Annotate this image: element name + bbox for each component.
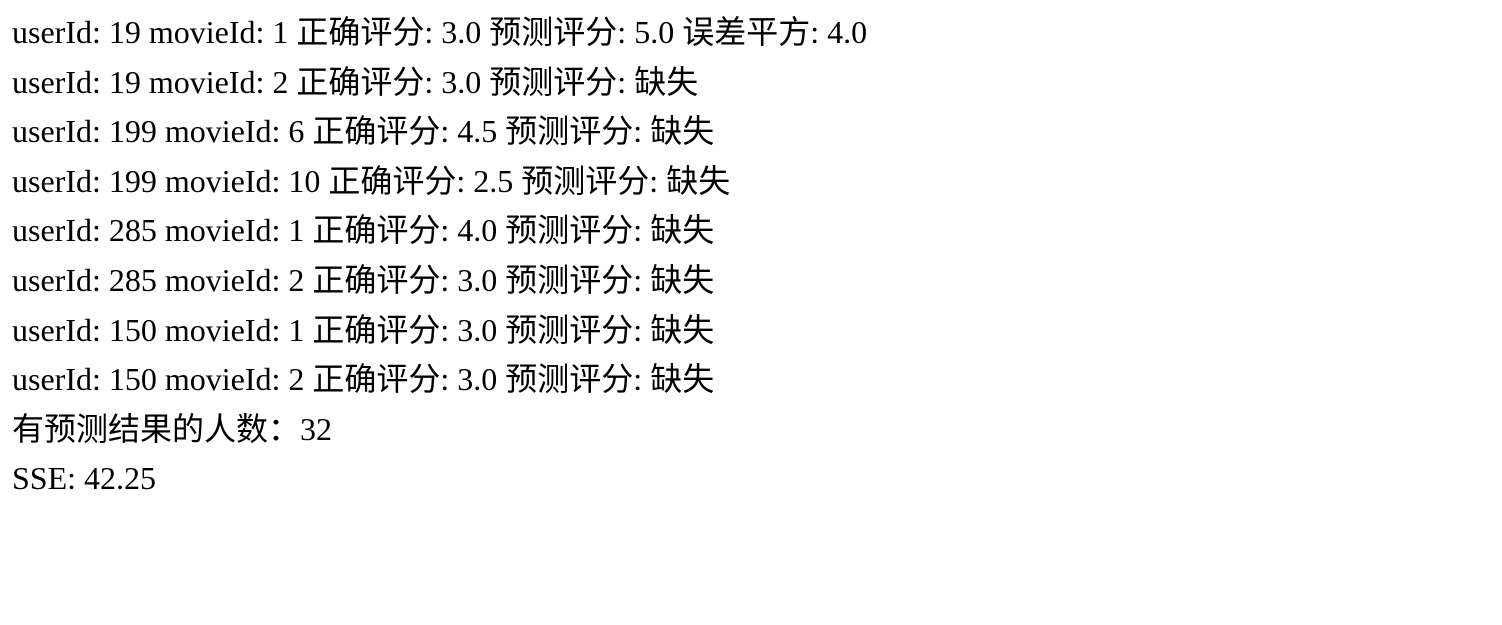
predicted-rating-label: 预测评分: xyxy=(497,312,650,348)
userid-value: 19 xyxy=(109,14,141,50)
squared-error-label: 误差平方: xyxy=(674,14,827,50)
predicted-rating-value: 缺失 xyxy=(650,113,714,149)
movieid-value: 2 xyxy=(288,361,304,397)
userid-label: userId: xyxy=(12,14,109,50)
movieid-value: 1 xyxy=(272,14,288,50)
userid-value: 285 xyxy=(109,262,157,298)
result-row: userId: 199 movieId: 10 正确评分: 2.5 预测评分: … xyxy=(12,157,1490,207)
result-row: userId: 199 movieId: 6 正确评分: 4.5 预测评分: 缺… xyxy=(12,107,1490,157)
predicted-rating-label: 预测评分: xyxy=(497,113,650,149)
movieid-value: 6 xyxy=(288,113,304,149)
movieid-label: movieId: xyxy=(157,163,289,199)
userid-value: 19 xyxy=(109,64,141,100)
userid-label: userId: xyxy=(12,64,109,100)
result-row: userId: 150 movieId: 2 正确评分: 3.0 预测评分: 缺… xyxy=(12,355,1490,405)
predicted-rating-label: 预测评分: xyxy=(497,361,650,397)
userid-label: userId: xyxy=(12,361,109,397)
movieid-value: 2 xyxy=(288,262,304,298)
movieid-label: movieId: xyxy=(157,361,289,397)
userid-value: 285 xyxy=(109,212,157,248)
correct-rating-value: 3.0 xyxy=(457,262,497,298)
squared-error-value: 4.0 xyxy=(827,14,867,50)
predicted-rating-value: 缺失 xyxy=(650,262,714,298)
correct-rating-label: 正确评分: xyxy=(304,312,457,348)
userid-value: 150 xyxy=(109,361,157,397)
movieid-label: movieId: xyxy=(157,113,289,149)
userid-label: userId: xyxy=(12,312,109,348)
predicted-rating-label: 预测评分: xyxy=(497,262,650,298)
userid-value: 199 xyxy=(109,163,157,199)
correct-rating-value: 3.0 xyxy=(441,64,481,100)
userid-label: userId: xyxy=(12,212,109,248)
movieid-label: movieId: xyxy=(157,312,289,348)
correct-rating-label: 正确评分: xyxy=(304,361,457,397)
sse-value: 42.25 xyxy=(84,460,156,496)
correct-rating-value: 3.0 xyxy=(441,14,481,50)
sse-line: SSE: 42.25 xyxy=(12,454,1490,504)
predicted-count-value: 32 xyxy=(300,411,332,447)
correct-rating-label: 正确评分: xyxy=(288,14,441,50)
predicted-rating-label: 预测评分: xyxy=(481,14,634,50)
correct-rating-label: 正确评分: xyxy=(304,262,457,298)
userid-label: userId: xyxy=(12,262,109,298)
userid-value: 150 xyxy=(109,312,157,348)
movieid-label: movieId: xyxy=(141,14,273,50)
result-row: userId: 285 movieId: 2 正确评分: 3.0 预测评分: 缺… xyxy=(12,256,1490,306)
movieid-value: 1 xyxy=(288,312,304,348)
predicted-rating-value: 缺失 xyxy=(666,163,730,199)
predicted-rating-label: 预测评分: xyxy=(513,163,666,199)
predicted-rating-label: 预测评分: xyxy=(481,64,634,100)
predicted-count-label: 有预测结果的人数： xyxy=(12,411,300,447)
movieid-value: 2 xyxy=(272,64,288,100)
correct-rating-value: 3.0 xyxy=(457,361,497,397)
correct-rating-label: 正确评分: xyxy=(304,212,457,248)
predicted-count-line: 有预测结果的人数：32 xyxy=(12,405,1490,455)
predicted-rating-value: 缺失 xyxy=(650,312,714,348)
movieid-label: movieId: xyxy=(157,262,289,298)
movieid-value: 10 xyxy=(288,163,320,199)
predicted-rating-value: 缺失 xyxy=(650,212,714,248)
predicted-rating-value: 5.0 xyxy=(634,14,674,50)
movieid-value: 1 xyxy=(288,212,304,248)
result-row: userId: 19 movieId: 1 正确评分: 3.0 预测评分: 5.… xyxy=(12,8,1490,58)
correct-rating-value: 2.5 xyxy=(473,163,513,199)
result-row: userId: 285 movieId: 1 正确评分: 4.0 预测评分: 缺… xyxy=(12,206,1490,256)
userid-label: userId: xyxy=(12,113,109,149)
correct-rating-value: 4.0 xyxy=(457,212,497,248)
sse-label: SSE: xyxy=(12,460,84,496)
userid-value: 199 xyxy=(109,113,157,149)
correct-rating-label: 正确评分: xyxy=(304,113,457,149)
result-row: userId: 19 movieId: 2 正确评分: 3.0 预测评分: 缺失 xyxy=(12,58,1490,108)
movieid-label: movieId: xyxy=(157,212,289,248)
correct-rating-label: 正确评分: xyxy=(288,64,441,100)
predicted-rating-label: 预测评分: xyxy=(497,212,650,248)
movieid-label: movieId: xyxy=(141,64,273,100)
predicted-rating-value: 缺失 xyxy=(634,64,698,100)
correct-rating-value: 4.5 xyxy=(457,113,497,149)
result-row: userId: 150 movieId: 1 正确评分: 3.0 预测评分: 缺… xyxy=(12,306,1490,356)
predicted-rating-value: 缺失 xyxy=(650,361,714,397)
userid-label: userId: xyxy=(12,163,109,199)
correct-rating-label: 正确评分: xyxy=(320,163,473,199)
correct-rating-value: 3.0 xyxy=(457,312,497,348)
